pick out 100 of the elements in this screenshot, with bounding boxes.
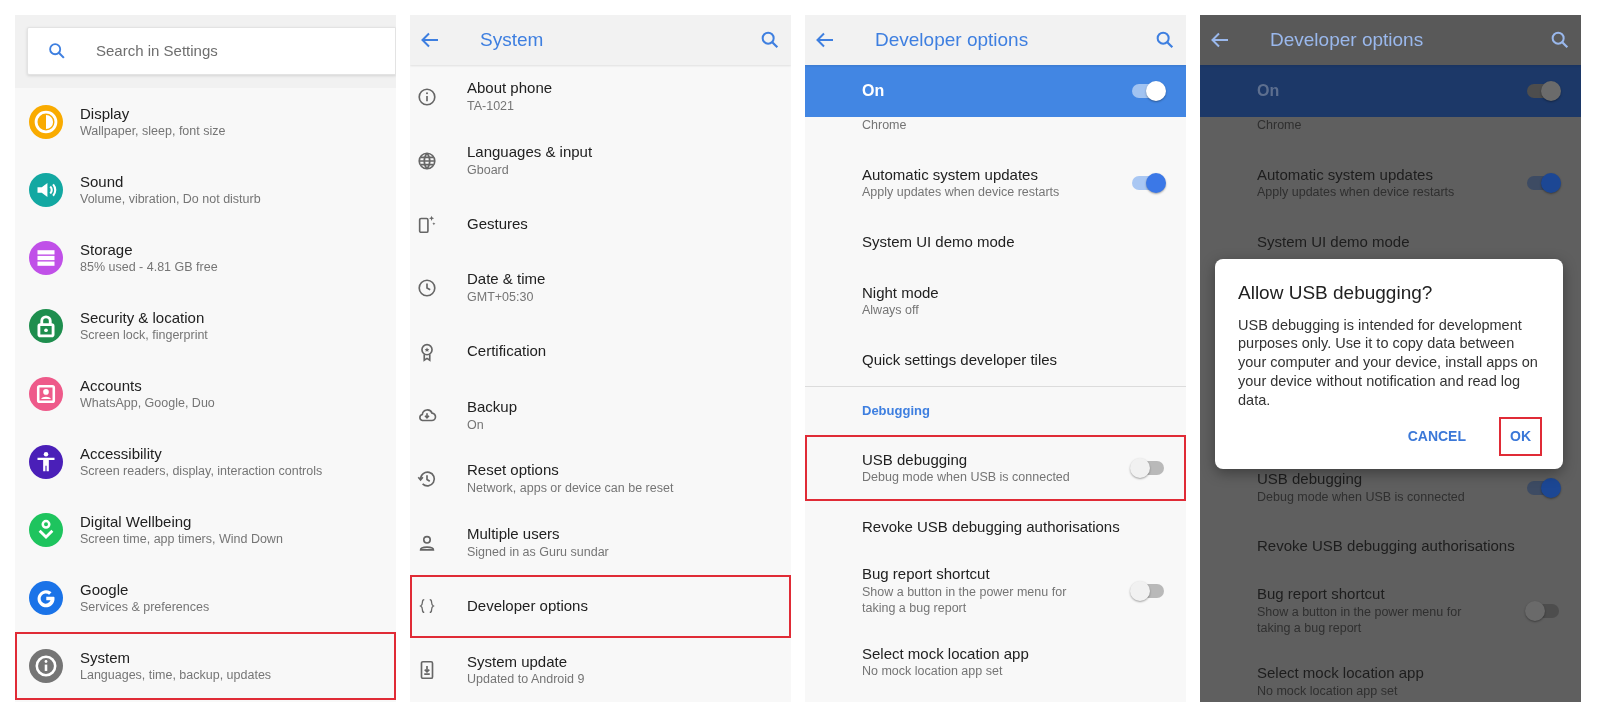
screen-title: Developer options <box>875 27 1029 52</box>
item-title: Quick settings developer tiles <box>862 350 1058 370</box>
settings-item[interactable]: Backup On <box>410 383 791 448</box>
settings-item[interactable]: Accounts WhatsApp, Google, Duo <box>15 360 396 428</box>
toggle-switch[interactable] <box>1525 81 1561 101</box>
settings-item[interactable]: Gestures <box>410 192 791 257</box>
item-subtitle: Services & preferences <box>80 599 210 616</box>
item-title: System <box>80 648 131 668</box>
item-subtitle: 85% used - 4.81 GB free <box>80 259 218 276</box>
dialog-button[interactable]: CANCEL <box>1397 417 1476 455</box>
globe-icon <box>416 149 438 172</box>
settings-item[interactable]: System Languages, time, backup, updates <box>15 632 396 700</box>
item-subtitle: Debug mode when USB is connected <box>862 469 1070 486</box>
item-subtitle: Always off <box>862 302 920 319</box>
item-title: Certification <box>467 342 547 361</box>
settings-item[interactable]: Display Wallpaper, sleep, font size <box>15 88 396 156</box>
toggle-switch[interactable] <box>1130 173 1166 193</box>
toggle-switch[interactable] <box>1130 81 1166 101</box>
settings-item[interactable]: Certification <box>410 319 791 384</box>
item-title: Digital Wellbeing <box>80 512 193 532</box>
item-title: Revoke USB debugging authorisations <box>1257 537 1515 557</box>
search-field[interactable]: Search in Settings <box>27 27 396 75</box>
toggle-switch[interactable] <box>1130 581 1166 601</box>
settings-item[interactable]: Select mock location app No mock location app set <box>805 629 1186 695</box>
settings-item[interactable]: USB debugging Debug mode when USB is connected <box>805 435 1186 501</box>
dialog-message: USB debugging is intended for development purposes only. Use it to copy data between your computer and your device, install apps on your device without notification and read log data. <box>1238 315 1539 410</box>
item-subtitle: Screen time, app timers, Wind Down <box>80 531 283 548</box>
item-subtitle: Updated to Android 9 <box>467 671 585 688</box>
item-subtitle: Screen lock, fingerprint <box>80 327 208 344</box>
settings-item[interactable]: System update Updated to Android 9 <box>410 638 791 702</box>
settings-item[interactable]: System UI demo mode <box>805 216 1186 268</box>
item-subtitle: No mock location app set <box>862 663 1004 680</box>
dialog-title: Allow USB debugging? <box>1238 281 1434 305</box>
settings-item[interactable]: Chrome <box>805 117 1186 150</box>
toggle-switch[interactable] <box>1525 173 1561 193</box>
settings-item[interactable]: Date & time GMT+05:30 <box>410 256 791 320</box>
item-title: Developer options <box>467 596 588 616</box>
item-title: Accessibility <box>80 444 163 464</box>
settings-item[interactable]: Storage 85% used - 4.81 GB free <box>15 224 396 292</box>
item-title: Backup <box>467 397 518 417</box>
screen-title: Developer options <box>1270 27 1424 52</box>
settings-item[interactable]: Developer options <box>410 574 791 639</box>
item-subtitle: Gboard <box>467 161 510 179</box>
settings-item[interactable]: Bug report shortcut Show a button in the power menu for taking a bug report <box>805 553 1186 629</box>
settings-item[interactable]: Revoke USB debugging authorisations <box>805 501 1186 553</box>
item-subtitle: Signed in as Guru sundar <box>467 543 609 561</box>
item-subtitle: Languages, time, backup, updates <box>80 667 272 684</box>
item-title: Reset options <box>467 461 560 481</box>
item-title: Storage <box>80 240 134 260</box>
settings-item[interactable]: Multiple users Signed in as Guru sundar <box>410 510 791 575</box>
item-title: Google <box>80 580 130 600</box>
item-title: Multiple users <box>467 525 561 544</box>
settings-item[interactable]: About phone TA-1021 <box>410 65 791 129</box>
item-subtitle: WhatsApp, Google, Duo <box>80 395 215 412</box>
toggle-switch[interactable] <box>1525 477 1561 498</box>
item-title: USB debugging <box>1257 470 1364 489</box>
item-subtitle: Network, apps or device can be reset <box>467 480 674 497</box>
settings-item[interactable]: Sound Volume, vibration, Do not disturb <box>15 156 396 224</box>
item-subtitle: TA-1021 <box>467 98 515 115</box>
item-title: Automatic system updates <box>862 165 1039 185</box>
item-subtitle: Show a button in the power menu for taking a bug report <box>862 584 1068 617</box>
settings-item[interactable]: Quick settings developer tiles <box>805 334 1186 386</box>
search-icon[interactable] <box>1154 29 1176 51</box>
item-title: Automatic system updates <box>1257 165 1434 185</box>
item-title: Languages & input <box>467 143 593 162</box>
item-title: Sound <box>80 172 125 192</box>
info-icon <box>416 85 438 108</box>
item-title: USB debugging <box>862 450 969 470</box>
item-subtitle: Wallpaper, sleep, font size <box>80 123 226 140</box>
item-subtitle: Screen readers, display, interaction controls <box>80 463 323 480</box>
dialog-button[interactable]: OK <box>1500 417 1541 455</box>
item-title: Date & time <box>467 270 546 290</box>
item-title: System UI demo mode <box>862 232 1015 252</box>
search-icon[interactable] <box>1549 29 1571 51</box>
item-subtitle: GMT+05:30 <box>467 289 535 306</box>
item-title: Select mock location app <box>862 644 1029 664</box>
item-subtitle: On <box>467 416 485 433</box>
item-title: Night mode <box>862 283 939 303</box>
item-title: Bug report shortcut <box>1257 585 1386 604</box>
settings-item[interactable]: Security & location Screen lock, fingerprint <box>15 292 396 360</box>
settings-item[interactable]: Languages & input Gboard <box>410 128 791 193</box>
settings-item[interactable]: Google Services & preferences <box>15 564 396 632</box>
master-switch-label: On <box>1257 81 1280 101</box>
settings-item[interactable]: Automatic system updates Apply updates when device restarts <box>805 150 1186 216</box>
search-icon[interactable] <box>759 29 781 51</box>
toggle-switch[interactable] <box>1130 458 1166 478</box>
item-title: Bug report shortcut <box>862 565 991 585</box>
item-subtitle: Chrome <box>862 117 907 134</box>
item-title: Gestures <box>467 214 528 234</box>
settings-item[interactable]: Accessibility Screen readers, display, interaction controls <box>15 428 396 496</box>
settings-item[interactable]: Digital Wellbeing Screen time, app timers, Wind Down <box>15 496 396 564</box>
settings-item[interactable]: Reset options Network, apps or device can be reset <box>410 447 791 511</box>
toggle-switch[interactable] <box>1525 600 1561 621</box>
item-subtitle: Apply updates when device restarts <box>862 184 1060 201</box>
item-title: System update <box>467 652 569 672</box>
settings-item[interactable]: Night mode Always off <box>805 268 1186 334</box>
item-title: Security & location <box>80 308 206 328</box>
item-title: Select mock location app <box>1257 664 1424 683</box>
item-title: Accounts <box>80 376 143 396</box>
item-title: System UI demo mode <box>1257 232 1410 252</box>
